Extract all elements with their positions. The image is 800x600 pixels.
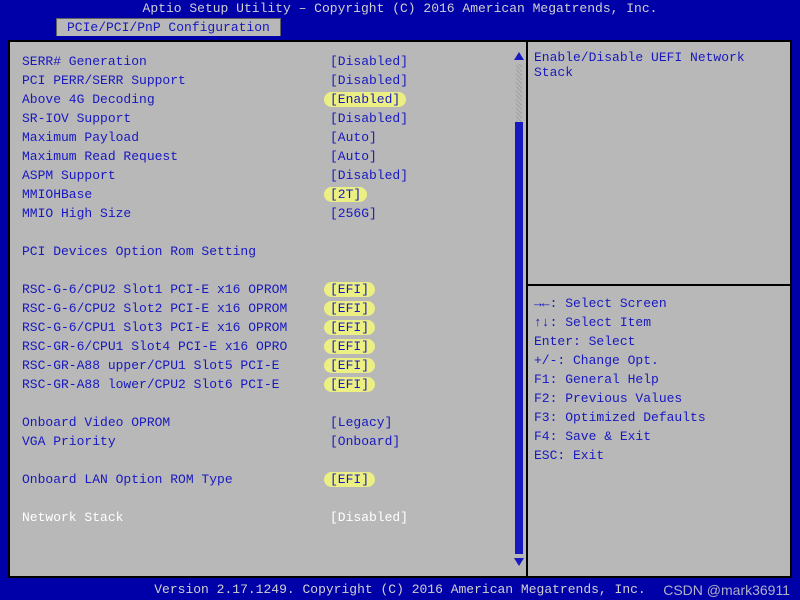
item-value: [Onboard]	[330, 432, 520, 451]
item-label: MMIO High Size	[22, 204, 330, 223]
item-value: [Auto]	[330, 128, 520, 147]
highlight-marker: [2T]	[324, 187, 367, 202]
tab-row: PCIe/PCI/PnP Configuration	[0, 18, 800, 38]
item-lan-rom-type[interactable]: Onboard LAN Option ROM Type [EFI]	[22, 470, 520, 489]
item-label: RSC-GR-A88 upper/CPU1 Slot5 PCI-E	[22, 356, 330, 375]
item-label: Maximum Read Request	[22, 147, 330, 166]
scroll-down-arrow-icon[interactable]	[514, 558, 524, 566]
item-value: [Disabled]	[330, 166, 520, 185]
item-value: [2T]	[330, 185, 520, 204]
item-value: [Disabled]	[330, 71, 520, 90]
item-video-oprom[interactable]: Onboard Video OPROM [Legacy]	[22, 413, 520, 432]
spacer	[22, 223, 520, 242]
highlight-marker: [EFI]	[324, 301, 375, 316]
item-aspm[interactable]: ASPM Support [Disabled]	[22, 166, 520, 185]
spacer	[22, 489, 520, 508]
spacer	[22, 451, 520, 470]
item-slot4[interactable]: RSC-GR-6/CPU1 Slot4 PCI-E x16 OPRO [EFI]	[22, 337, 520, 356]
legend-f4: F4: Save & Exit	[534, 427, 784, 446]
highlight-marker: [Enabled]	[324, 92, 406, 107]
section-header-pci-oprom: PCI Devices Option Rom Setting	[22, 242, 520, 261]
tab-pcie-config[interactable]: PCIe/PCI/PnP Configuration	[56, 18, 281, 36]
item-mmiohigh[interactable]: MMIO High Size [256G]	[22, 204, 520, 223]
item-value: [EFI]	[330, 280, 520, 299]
item-value: [EFI]	[330, 470, 520, 489]
item-slot3[interactable]: RSC-G-6/CPU1 Slot3 PCI-E x16 OPROM [EFI]	[22, 318, 520, 337]
highlight-marker: [EFI]	[324, 339, 375, 354]
item-label: RSC-GR-A88 lower/CPU2 Slot6 PCI-E	[22, 375, 330, 394]
item-above4g[interactable]: Above 4G Decoding [Enabled]	[22, 90, 520, 109]
item-vga-priority[interactable]: VGA Priority [Onboard]	[22, 432, 520, 451]
item-label: RSC-GR-6/CPU1 Slot4 PCI-E x16 OPRO	[22, 337, 330, 356]
item-slot5[interactable]: RSC-GR-A88 upper/CPU1 Slot5 PCI-E [EFI]	[22, 356, 520, 375]
item-network-stack[interactable]: Network Stack [Disabled]	[22, 508, 520, 527]
item-label: SERR# Generation	[22, 52, 330, 71]
item-mmiobase[interactable]: MMIOHBase [2T]	[22, 185, 520, 204]
item-label: SR-IOV Support	[22, 109, 330, 128]
item-value: [Enabled]	[330, 90, 520, 109]
highlight-marker: [EFI]	[324, 320, 375, 335]
item-label: Onboard Video OPROM	[22, 413, 330, 432]
item-perr[interactable]: PCI PERR/SERR Support [Disabled]	[22, 71, 520, 90]
help-pane: Enable/Disable UEFI Network Stack →←: Se…	[526, 42, 790, 576]
item-label: VGA Priority	[22, 432, 330, 451]
settings-pane[interactable]: SERR# Generation [Disabled] PCI PERR/SER…	[10, 42, 526, 576]
item-value: [EFI]	[330, 299, 520, 318]
legend-select-screen: →←: Select Screen	[534, 294, 784, 313]
item-value: [EFI]	[330, 337, 520, 356]
item-label: Above 4G Decoding	[22, 90, 330, 109]
item-maxpayload[interactable]: Maximum Payload [Auto]	[22, 128, 520, 147]
item-slot6[interactable]: RSC-GR-A88 lower/CPU2 Slot6 PCI-E [EFI]	[22, 375, 520, 394]
highlight-marker: [EFI]	[324, 472, 375, 487]
spacer	[22, 261, 520, 280]
item-value: [Disabled]	[330, 52, 520, 71]
item-label: MMIOHBase	[22, 185, 330, 204]
item-value: [Legacy]	[330, 413, 520, 432]
item-value: [EFI]	[330, 318, 520, 337]
legend-change-opt: +/-: Change Opt.	[534, 351, 784, 370]
spacer	[22, 394, 520, 413]
scroll-up-arrow-icon[interactable]	[514, 52, 524, 60]
highlight-marker: [EFI]	[324, 358, 375, 373]
legend-esc: ESC: Exit	[534, 446, 784, 465]
item-label: RSC-G-6/CPU1 Slot3 PCI-E x16 OPROM	[22, 318, 330, 337]
highlight-marker: [EFI]	[324, 377, 375, 392]
item-slot2[interactable]: RSC-G-6/CPU2 Slot2 PCI-E x16 OPROM [EFI]	[22, 299, 520, 318]
item-serr[interactable]: SERR# Generation [Disabled]	[22, 52, 520, 71]
highlight-marker: [EFI]	[324, 282, 375, 297]
legend-enter: Enter: Select	[534, 332, 784, 351]
item-help-text: Enable/Disable UEFI Network Stack	[528, 42, 790, 284]
item-label: Maximum Payload	[22, 128, 330, 147]
window-title: Aptio Setup Utility – Copyright (C) 2016…	[0, 0, 800, 18]
watermark: CSDN @mark36911	[663, 582, 790, 598]
item-label: RSC-G-6/CPU2 Slot2 PCI-E x16 OPROM	[22, 299, 330, 318]
item-sriov[interactable]: SR-IOV Support [Disabled]	[22, 109, 520, 128]
item-label: Onboard LAN Option ROM Type	[22, 470, 330, 489]
item-label: PCI PERR/SERR Support	[22, 71, 330, 90]
item-label: Network Stack	[22, 508, 330, 527]
key-legend: →←: Select Screen ↑↓: Select Item Enter:…	[528, 284, 790, 576]
item-value: [EFI]	[330, 356, 520, 375]
item-value: [EFI]	[330, 375, 520, 394]
item-value: [256G]	[330, 204, 520, 223]
scroll-thumb[interactable]	[515, 122, 523, 554]
legend-f1: F1: General Help	[534, 370, 784, 389]
main-frame: SERR# Generation [Disabled] PCI PERR/SER…	[8, 40, 792, 578]
item-value: [Disabled]	[330, 109, 520, 128]
legend-select-item: ↑↓: Select Item	[534, 313, 784, 332]
legend-f3: F3: Optimized Defaults	[534, 408, 784, 427]
item-value: [Auto]	[330, 147, 520, 166]
item-label: ASPM Support	[22, 166, 330, 185]
item-slot1[interactable]: RSC-G-6/CPU2 Slot1 PCI-E x16 OPROM [EFI]	[22, 280, 520, 299]
scrollbar[interactable]	[514, 52, 524, 566]
item-value: [Disabled]	[330, 508, 520, 527]
legend-f2: F2: Previous Values	[534, 389, 784, 408]
item-maxread[interactable]: Maximum Read Request [Auto]	[22, 147, 520, 166]
item-label: RSC-G-6/CPU2 Slot1 PCI-E x16 OPROM	[22, 280, 330, 299]
